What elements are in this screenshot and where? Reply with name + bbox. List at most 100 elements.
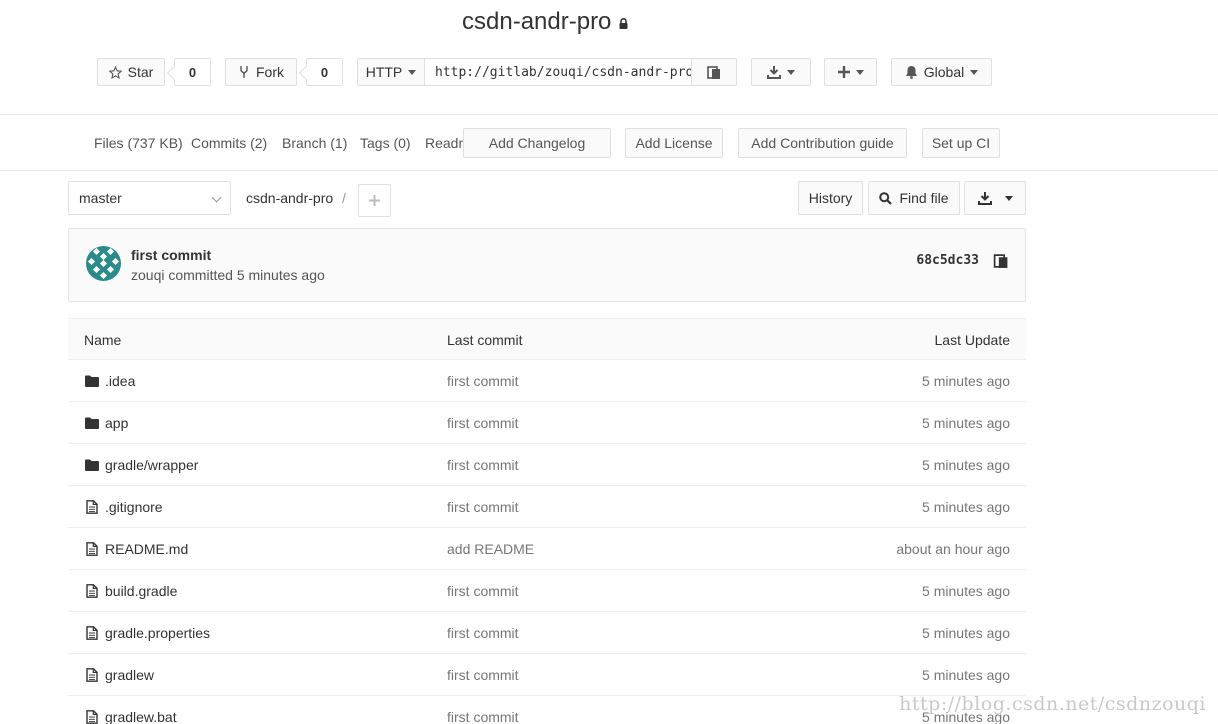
caret-down-icon: [855, 69, 864, 75]
table-row[interactable]: .idea first commit 5 minutes ago: [68, 360, 1026, 402]
row-last-update: 5 minutes ago: [922, 667, 1010, 683]
row-commit-message[interactable]: first commit: [447, 625, 519, 641]
file-icon: [86, 542, 98, 556]
caret-down-icon: [408, 69, 417, 75]
file-name-cell[interactable]: gradle.properties: [85, 625, 210, 641]
file-icon: [86, 626, 98, 640]
table-row[interactable]: README.md add README about an hour ago: [68, 528, 1026, 570]
table-header: Name Last commit Last Update: [68, 318, 1026, 360]
star-button[interactable]: Star: [97, 58, 165, 86]
branch-select[interactable]: master: [68, 181, 231, 215]
identicon-image: [86, 246, 121, 281]
protocol-dropdown[interactable]: HTTP: [357, 58, 425, 86]
row-commit-message[interactable]: add README: [447, 541, 534, 557]
file-name-cell[interactable]: README.md: [85, 541, 188, 557]
fork-button[interactable]: Fork: [225, 58, 297, 86]
fork-count[interactable]: 0: [306, 58, 343, 86]
add-to-tree-button[interactable]: [358, 184, 391, 217]
clipboard-icon[interactable]: [993, 253, 1009, 269]
file-name-cell[interactable]: gradlew.bat: [85, 709, 177, 724]
row-commit-message[interactable]: first commit: [447, 457, 519, 473]
file-name[interactable]: gradlew: [105, 667, 154, 683]
table-row[interactable]: .gitignore first commit 5 minutes ago: [68, 486, 1026, 528]
notification-dropdown[interactable]: Global: [891, 58, 992, 86]
row-commit-message[interactable]: first commit: [447, 709, 519, 724]
find-file-button[interactable]: Find file: [868, 181, 960, 215]
header-last-update: Last Update: [934, 332, 1011, 348]
row-last-update: about an hour ago: [896, 541, 1010, 557]
download-icon: [977, 191, 992, 205]
history-button[interactable]: History: [798, 181, 863, 215]
find-file-label: Find file: [899, 190, 949, 206]
folder-icon: [85, 375, 99, 387]
plus-icon: [369, 195, 380, 206]
file-name-cell[interactable]: gradlew: [85, 667, 154, 683]
project-title: csdn-andr-pro: [462, 8, 628, 36]
fork-label: Fork: [256, 64, 284, 80]
notification-label: Global: [923, 64, 965, 80]
header-last-commit: Last commit: [447, 332, 523, 348]
caret-down-icon: [787, 69, 795, 75]
breadcrumb-separator: /: [342, 190, 346, 206]
download-icon: [767, 65, 781, 79]
star-label: Star: [127, 64, 154, 80]
add-license-button[interactable]: Add License: [625, 128, 723, 158]
tree-download-dropdown[interactable]: [964, 181, 1026, 215]
row-last-update: 5 minutes ago: [922, 457, 1010, 473]
file-icon: [86, 500, 98, 514]
file-name[interactable]: .idea: [105, 373, 135, 389]
branch-name: master: [79, 190, 122, 206]
avatar[interactable]: [86, 246, 121, 281]
star-count[interactable]: 0: [174, 58, 211, 86]
last-commit-box: first commit zouqi committed 5 minutes a…: [68, 228, 1026, 302]
breadcrumb-root[interactable]: csdn-andr-pro: [246, 190, 333, 206]
table-row[interactable]: build.gradle first commit 5 minutes ago: [68, 570, 1026, 612]
row-commit-message[interactable]: first commit: [447, 373, 519, 389]
file-name-cell[interactable]: .idea: [85, 373, 135, 389]
row-last-update: 5 minutes ago: [922, 583, 1010, 599]
watermark-text: http://blog.csdn.net/csdnzouqi: [899, 693, 1206, 715]
nav-files[interactable]: Files (737 KB): [94, 128, 183, 158]
protocol-label: HTTP: [365, 64, 403, 80]
row-last-update: 5 minutes ago: [922, 415, 1010, 431]
commit-title[interactable]: first commit: [131, 247, 211, 263]
folder-icon: [85, 417, 99, 429]
row-last-update: 5 minutes ago: [922, 625, 1010, 641]
file-name[interactable]: README.md: [105, 541, 188, 557]
nav-branch[interactable]: Branch (1): [282, 128, 347, 158]
file-name[interactable]: .gitignore: [105, 499, 163, 515]
table-row[interactable]: gradlew.bat first commit 5 minutes ago: [68, 696, 1026, 724]
file-name-cell[interactable]: build.gradle: [85, 583, 177, 599]
file-name[interactable]: build.gradle: [105, 583, 177, 599]
clone-url-input[interactable]: http://gitlab/zouqi/csdn-andr-pro: [424, 58, 692, 86]
commit-sha[interactable]: 68c5dc33: [916, 253, 979, 268]
file-name[interactable]: app: [105, 415, 128, 431]
copy-url-button[interactable]: [691, 58, 737, 86]
row-commit-message[interactable]: first commit: [447, 583, 519, 599]
add-contribution-guide-button[interactable]: Add Contribution guide: [738, 128, 907, 158]
table-row[interactable]: gradle.properties first commit 5 minutes a…: [68, 612, 1026, 654]
nav-commits[interactable]: Commits (2): [191, 128, 267, 158]
file-icon: [86, 584, 98, 598]
bell-icon: [905, 66, 917, 79]
row-commit-message[interactable]: first commit: [447, 415, 519, 431]
file-name-cell[interactable]: gradle/wrapper: [85, 457, 198, 473]
new-dropdown[interactable]: [824, 58, 877, 86]
file-name-cell[interactable]: app: [85, 415, 128, 431]
add-changelog-button[interactable]: Add Changelog: [463, 128, 611, 158]
row-commit-message[interactable]: first commit: [447, 499, 519, 515]
table-row[interactable]: gradlew first commit 5 minutes ago: [68, 654, 1026, 696]
nav-tags[interactable]: Tags (0): [360, 128, 411, 158]
file-name[interactable]: gradle.properties: [105, 625, 210, 641]
header-divider: [0, 114, 1218, 115]
table-row[interactable]: gradle/wrapper first commit 5 minutes ago: [68, 444, 1026, 486]
set-up-ci-button[interactable]: Set up CI: [922, 128, 1000, 158]
table-row[interactable]: app first commit 5 minutes ago: [68, 402, 1026, 444]
header-name: Name: [84, 332, 122, 348]
row-commit-message[interactable]: first commit: [447, 667, 519, 683]
download-dropdown[interactable]: [751, 58, 811, 86]
file-name[interactable]: gradle/wrapper: [105, 457, 198, 473]
file-name-cell[interactable]: .gitignore: [85, 499, 163, 515]
file-name[interactable]: gradlew.bat: [105, 709, 177, 724]
file-icon: [86, 710, 98, 724]
